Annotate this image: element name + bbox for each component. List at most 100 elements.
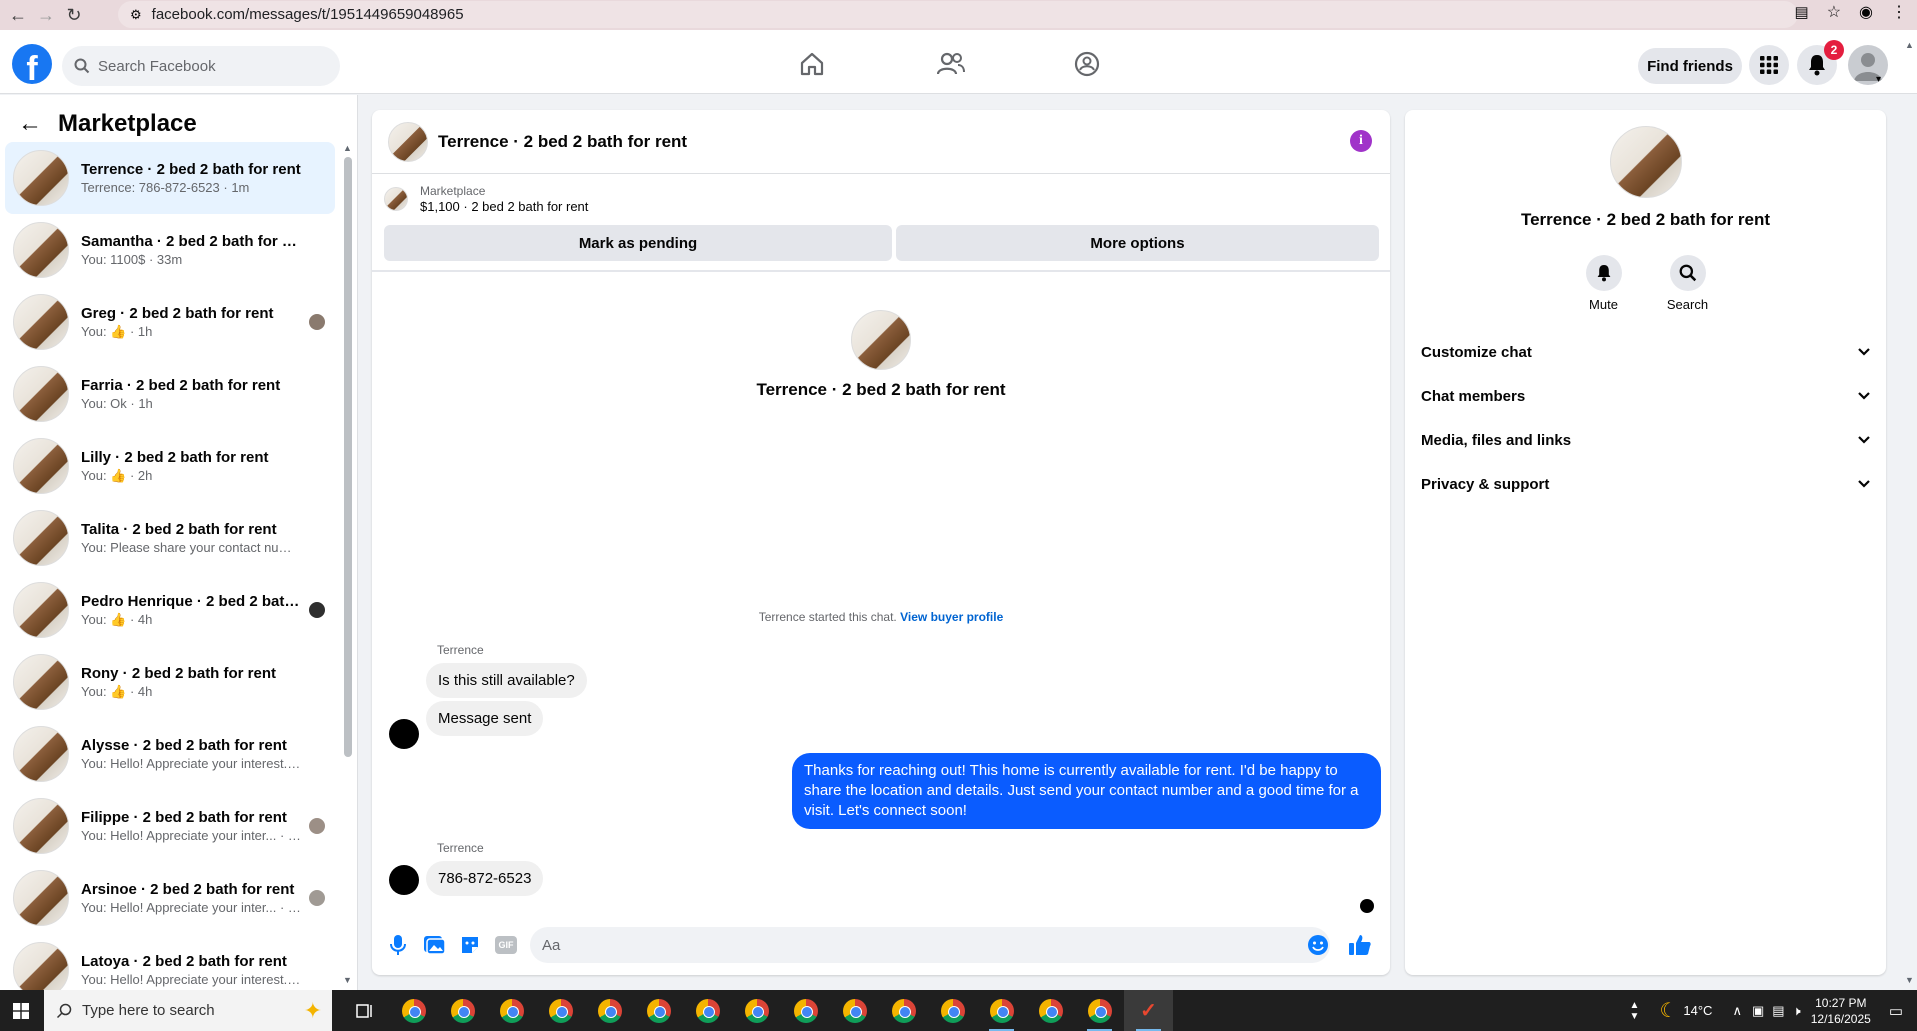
groups-icon[interactable] [1071, 48, 1103, 80]
view-buyer-profile-link[interactable]: View buyer profile [900, 610, 1003, 624]
listing-summary[interactable]: Marketplace $1,100 · 2 bed 2 bath for re… [384, 184, 588, 214]
chrome-icon[interactable] [977, 990, 1026, 1031]
privacy-support-section[interactable]: Privacy & support [1421, 466, 1871, 502]
emoji-icon[interactable] [1306, 933, 1330, 957]
menu-grid-icon[interactable] [1749, 45, 1789, 85]
info-icon[interactable]: i [1350, 130, 1372, 152]
account-chevron-icon[interactable]: ▾ [1876, 74, 1881, 85]
mute-button[interactable]: Mute [1580, 255, 1628, 312]
bookmark-star-icon[interactable]: ☆ [1827, 2, 1841, 22]
network-icon[interactable]: ▤ [1772, 1003, 1784, 1019]
incoming-message[interactable]: Message sent [426, 701, 544, 736]
sender-avatar[interactable] [389, 865, 419, 895]
notification-center-icon[interactable]: ▭ [1889, 1002, 1903, 1020]
conversation-item[interactable]: Filippe · 2 bed 2 bath for rent You: Hell… [5, 790, 335, 862]
chrome-icon[interactable] [389, 990, 438, 1031]
chrome-icon[interactable] [487, 990, 536, 1031]
outgoing-message[interactable]: Thanks for reaching out! This home is cu… [792, 753, 1381, 829]
listing-thumbnail [384, 187, 408, 211]
system-clock[interactable]: 10:27 PM 12/16/2025 [1811, 995, 1871, 1027]
volume-icon[interactable]: 🕨 [1793, 1003, 1801, 1019]
address-bar[interactable]: ⚙ facebook.com/messages/t/19514496590489… [118, 1, 1798, 28]
incoming-message[interactable]: 786-872-6523 [426, 861, 544, 896]
home-icon[interactable] [796, 48, 828, 80]
chat-members-section[interactable]: Chat members [1421, 378, 1871, 414]
message-input[interactable]: Aa [530, 927, 1330, 963]
weather-temp[interactable]: 14°C [1683, 1003, 1712, 1018]
back-icon[interactable]: ← [4, 1, 32, 29]
sender-avatar[interactable] [389, 719, 419, 749]
bell-icon [1585, 255, 1622, 291]
chrome-icon[interactable] [585, 990, 634, 1031]
chrome-icon[interactable] [879, 990, 928, 1031]
facebook-logo[interactable]: f [12, 44, 52, 84]
chrome-icon[interactable] [683, 990, 732, 1031]
chrome-icon[interactable] [1075, 990, 1124, 1031]
info-thumbnail[interactable] [1609, 126, 1682, 198]
forward-icon[interactable]: → [32, 1, 60, 29]
conversation-item[interactable]: Greg · 2 bed 2 bath for rent You: 👍 · 1h [5, 286, 335, 358]
install-icon[interactable]: ▤ [1795, 3, 1809, 21]
more-options-button[interactable]: More options [896, 225, 1379, 261]
conversation-item[interactable]: Pedro Henrique · 2 bed 2 bath... You: 👍 ·… [5, 574, 335, 646]
back-arrow-icon[interactable]: ← [18, 110, 42, 138]
scroll-up-arrow-icon[interactable]: ▲ [343, 143, 352, 153]
conversation-item[interactable]: Arsinoe · 2 bed 2 bath for rent You: Hell… [5, 862, 335, 934]
listing-thumbnail [13, 726, 69, 782]
site-info-icon[interactable]: ⚙ [130, 7, 142, 23]
search-conversation-button[interactable]: Search [1664, 255, 1712, 312]
friends-icon[interactable] [935, 48, 967, 80]
chrome-icon[interactable] [634, 990, 683, 1031]
conversation-item[interactable]: Farria · 2 bed 2 bath for rent You: Ok · … [5, 358, 335, 430]
conversation-item[interactable]: Samantha · 2 bed 2 bath for rent You: 110… [5, 214, 335, 286]
chrome-icon[interactable] [928, 990, 977, 1031]
facebook-header: f Search Facebook Find friends 2 ▾ [0, 30, 1917, 94]
mark-as-pending-button[interactable]: Mark as pending [384, 225, 892, 261]
page-scroll-up-icon[interactable]: ▲ [1905, 40, 1914, 50]
search-placeholder: Search Facebook [98, 57, 216, 75]
reload-icon[interactable]: ↻ [60, 1, 88, 29]
photo-icon[interactable] [422, 933, 446, 957]
conversation-item[interactable]: Lilly · 2 bed 2 bath for rent You: 👍 · 2h [5, 430, 335, 502]
account-avatar[interactable] [1848, 45, 1888, 85]
chrome-icon[interactable] [438, 990, 487, 1031]
windows-start-icon[interactable] [0, 990, 42, 1031]
sidebar-scrollbar[interactable] [344, 157, 352, 757]
chrome-icon[interactable] [830, 990, 879, 1031]
chat-info-panel: Terrence · 2 bed 2 bath for rent Mute Se… [1405, 110, 1886, 975]
chrome-icon[interactable] [1026, 990, 1075, 1031]
intro-thumbnail [851, 310, 911, 370]
listing-thumbnail [13, 366, 69, 422]
chrome-icon[interactable] [732, 990, 781, 1031]
scroll-tray-icon[interactable]: ▲ ▼ [1630, 1000, 1640, 1022]
media-files-links-section[interactable]: Media, files and links [1421, 422, 1871, 458]
find-friends-button[interactable]: Find friends [1638, 48, 1742, 84]
page-scroll-down-icon[interactable]: ▼ [1905, 975, 1914, 985]
task-view-icon[interactable] [340, 990, 389, 1031]
profile-icon[interactable]: ◉ [1859, 2, 1873, 22]
scroll-down-arrow-icon[interactable]: ▼ [343, 975, 352, 985]
thumbs-up-icon[interactable] [1348, 933, 1372, 957]
moon-weather-icon[interactable]: ☾ [1659, 998, 1677, 1023]
taskbar-search-input[interactable]: Type here to search ✦ [44, 990, 332, 1031]
conversation-item[interactable]: Alysse · 2 bed 2 bath for rent You: Hello… [5, 718, 335, 790]
conversation-name: Filippe · 2 bed 2 bath for rent [81, 809, 287, 826]
conversation-name: Latoya · 2 bed 2 bath for rent [81, 953, 287, 970]
menu-kebab-icon[interactable]: ⋮ [1891, 2, 1907, 22]
sticker-icon[interactable] [458, 933, 482, 957]
meet-now-icon[interactable]: ▣ [1752, 1003, 1764, 1019]
incoming-message[interactable]: Is this still available? [426, 663, 587, 698]
chat-title[interactable]: Terrence · 2 bed 2 bath for rent [438, 132, 687, 152]
search-input[interactable]: Search Facebook [62, 46, 340, 86]
chat-thumbnail[interactable] [388, 121, 428, 162]
conversation-item[interactable]: Terrence · 2 bed 2 bath for rent Terrence… [5, 142, 335, 214]
app-icon[interactable]: ✓ [1124, 990, 1173, 1031]
conversation-item[interactable]: Rony · 2 bed 2 bath for rent You: 👍 · 4h [5, 646, 335, 718]
show-hidden-icons-icon[interactable]: ∧ [1732, 1003, 1742, 1019]
gif-icon[interactable]: GIF [494, 933, 518, 957]
conversation-item[interactable]: Talita · 2 bed 2 bath for rent You: Pleas… [5, 502, 335, 574]
microphone-icon[interactable] [386, 933, 410, 957]
customize-chat-section[interactable]: Customize chat [1421, 334, 1871, 370]
chrome-icon[interactable] [536, 990, 585, 1031]
chrome-icon[interactable] [781, 990, 830, 1031]
